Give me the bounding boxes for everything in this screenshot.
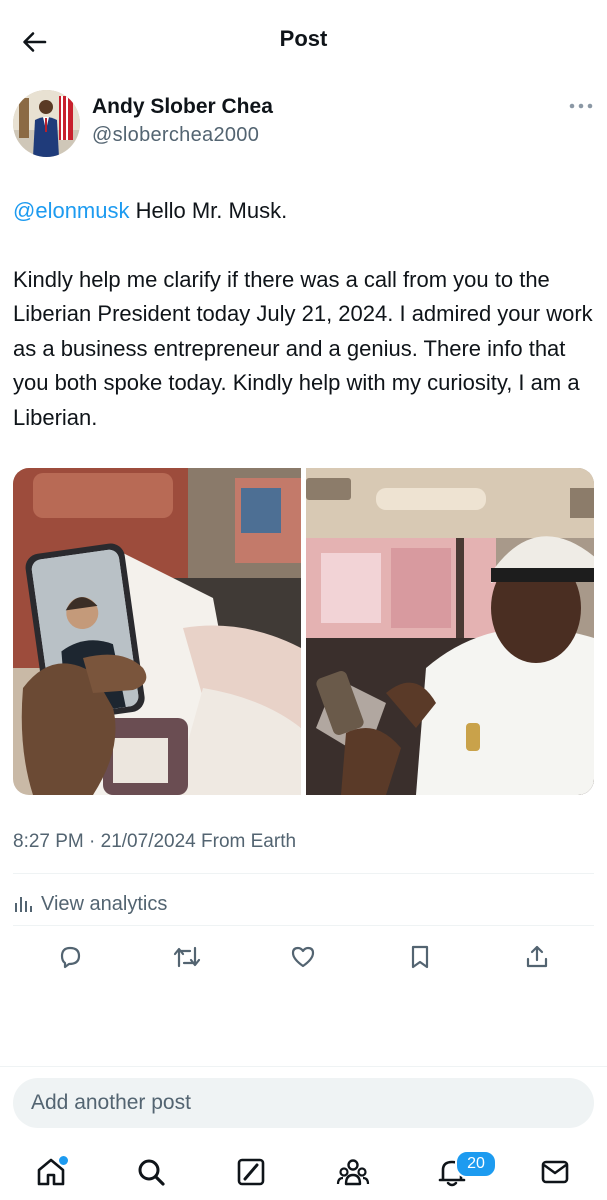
notifications-badge: 20 (455, 1150, 497, 1178)
more-dots-icon (569, 103, 593, 109)
reply-input[interactable] (13, 1078, 594, 1128)
search-icon (138, 1159, 165, 1186)
bookmark-button[interactable] (403, 940, 437, 974)
divider (0, 1066, 607, 1067)
divider (13, 925, 594, 926)
repost-button[interactable] (170, 940, 204, 974)
media-photo-passenger[interactable] (306, 468, 594, 795)
greeting-text: Hello Mr. Musk. (129, 198, 288, 223)
post-text: @elonmusk Hello Mr. Musk. Kindly help me… (13, 194, 598, 435)
nav-grok[interactable] (233, 1154, 269, 1190)
heart-icon (291, 946, 315, 968)
media-photo-video-call[interactable] (13, 468, 301, 795)
mail-icon (541, 1160, 569, 1184)
post-greeting-line: @elonmusk Hello Mr. Musk. (13, 194, 598, 229)
media-grid (13, 468, 594, 795)
nav-messages[interactable] (537, 1154, 573, 1190)
nav-home[interactable] (33, 1154, 69, 1190)
bookmark-icon (411, 945, 429, 969)
bottom-nav (0, 1140, 607, 1200)
avatar[interactable] (13, 90, 80, 157)
post-body: Kindly help me clarify if there was a ca… (13, 266, 593, 430)
view-analytics-link[interactable]: View analytics (13, 890, 167, 918)
top-bar: Post (0, 0, 607, 82)
nav-communities[interactable] (335, 1154, 371, 1190)
divider (13, 873, 594, 874)
repost-icon (173, 946, 201, 968)
reply-icon (60, 946, 81, 969)
author-name[interactable]: Andy Slober Chea (92, 95, 273, 119)
like-button[interactable] (286, 940, 320, 974)
reply-button[interactable] (53, 940, 87, 974)
page-title: Post (279, 26, 328, 51)
analytics-icon (15, 897, 32, 912)
share-button[interactable] (520, 940, 554, 974)
author-handle[interactable]: @sloberchea2000 (92, 124, 259, 147)
grok-icon (237, 1158, 265, 1186)
nav-search[interactable] (133, 1154, 169, 1190)
post-timestamp: 8:27 PM · 21/07/2024 From Earth (13, 831, 297, 852)
home-unread-dot (58, 1155, 69, 1166)
communities-icon (336, 1159, 370, 1186)
analytics-label: View analytics (41, 892, 168, 915)
more-options-button[interactable] (566, 96, 596, 116)
share-icon (526, 945, 548, 968)
mention-link[interactable]: @elonmusk (13, 198, 130, 223)
